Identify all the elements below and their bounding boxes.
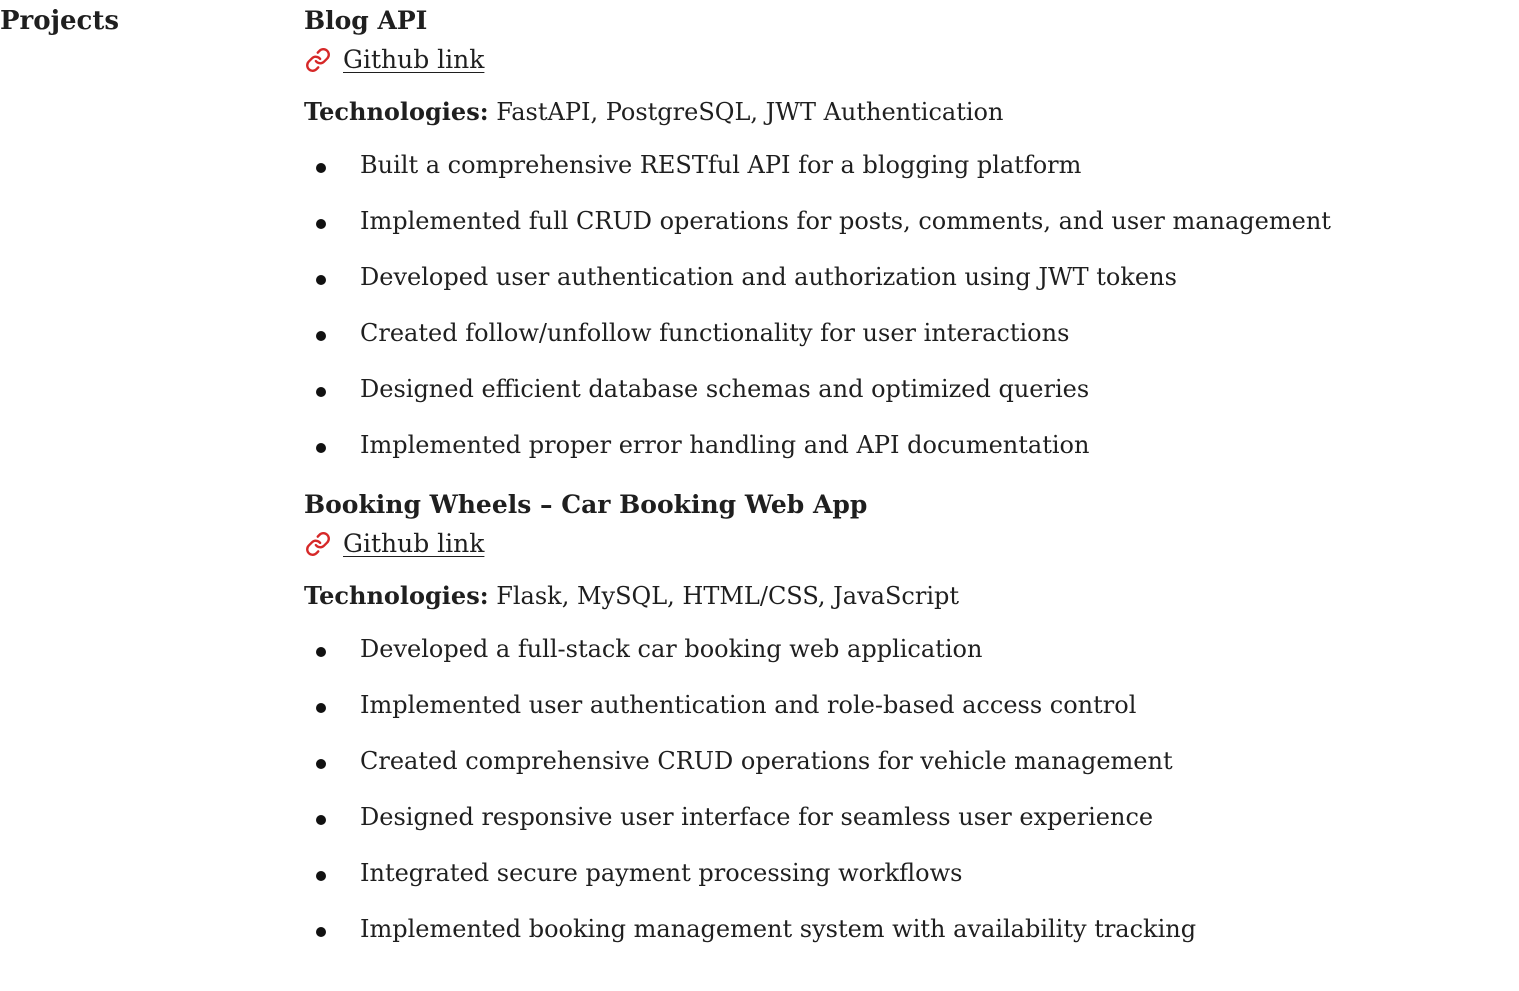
- project-blog-api: Blog API Github link Technologies: FastA…: [304, 4, 1509, 462]
- technologies-label: Technologies:: [304, 581, 489, 610]
- github-link[interactable]: Github link: [343, 527, 484, 561]
- bullet-item: Created follow/unfollow functionality fo…: [304, 316, 1509, 372]
- bullet-item: Built a comprehensive RESTful API for a …: [304, 148, 1509, 204]
- bullet-item: Developed user authentication and author…: [304, 260, 1509, 316]
- project-title: Booking Wheels – Car Booking Web App: [304, 490, 868, 519]
- project-bullets: Built a comprehensive RESTful API for a …: [304, 148, 1509, 462]
- technologies-label: Technologies:: [304, 97, 489, 126]
- technologies-line: Technologies: FastAPI, PostgreSQL, JWT A…: [304, 95, 1509, 129]
- link-icon: [306, 532, 330, 556]
- section-label: Projects: [0, 6, 120, 36]
- projects-list: Blog API Github link Technologies: FastA…: [304, 4, 1509, 946]
- project-bullets: Developed a full-stack car booking web a…: [304, 632, 1509, 946]
- link-icon: [306, 48, 330, 72]
- bullet-item: Created comprehensive CRUD operations fo…: [304, 744, 1509, 800]
- project-title: Blog API: [304, 6, 428, 35]
- bullet-item: Implemented full CRUD operations for pos…: [304, 204, 1509, 260]
- project-link-row: Github link: [304, 41, 1509, 79]
- bullet-item: Implemented proper error handling and AP…: [304, 428, 1509, 462]
- technologies-line: Technologies: Flask, MySQL, HTML/CSS, Ja…: [304, 579, 1509, 613]
- bullet-item: Designed responsive user interface for s…: [304, 800, 1509, 856]
- technologies-value: FastAPI, PostgreSQL, JWT Authentication: [496, 98, 1004, 126]
- technologies-value: Flask, MySQL, HTML/CSS, JavaScript: [496, 582, 959, 610]
- bullet-item: Developed a full-stack car booking web a…: [304, 632, 1509, 688]
- project-link-row: Github link: [304, 525, 1509, 563]
- bullet-item: Implemented user authentication and role…: [304, 688, 1509, 744]
- project-booking-wheels: Booking Wheels – Car Booking Web App Git…: [304, 488, 1509, 946]
- bullet-item: Implemented booking management system wi…: [304, 912, 1509, 946]
- bullet-item: Designed efficient database schemas and …: [304, 372, 1509, 428]
- github-link[interactable]: Github link: [343, 43, 484, 77]
- bullet-item: Integrated secure payment processing wor…: [304, 856, 1509, 912]
